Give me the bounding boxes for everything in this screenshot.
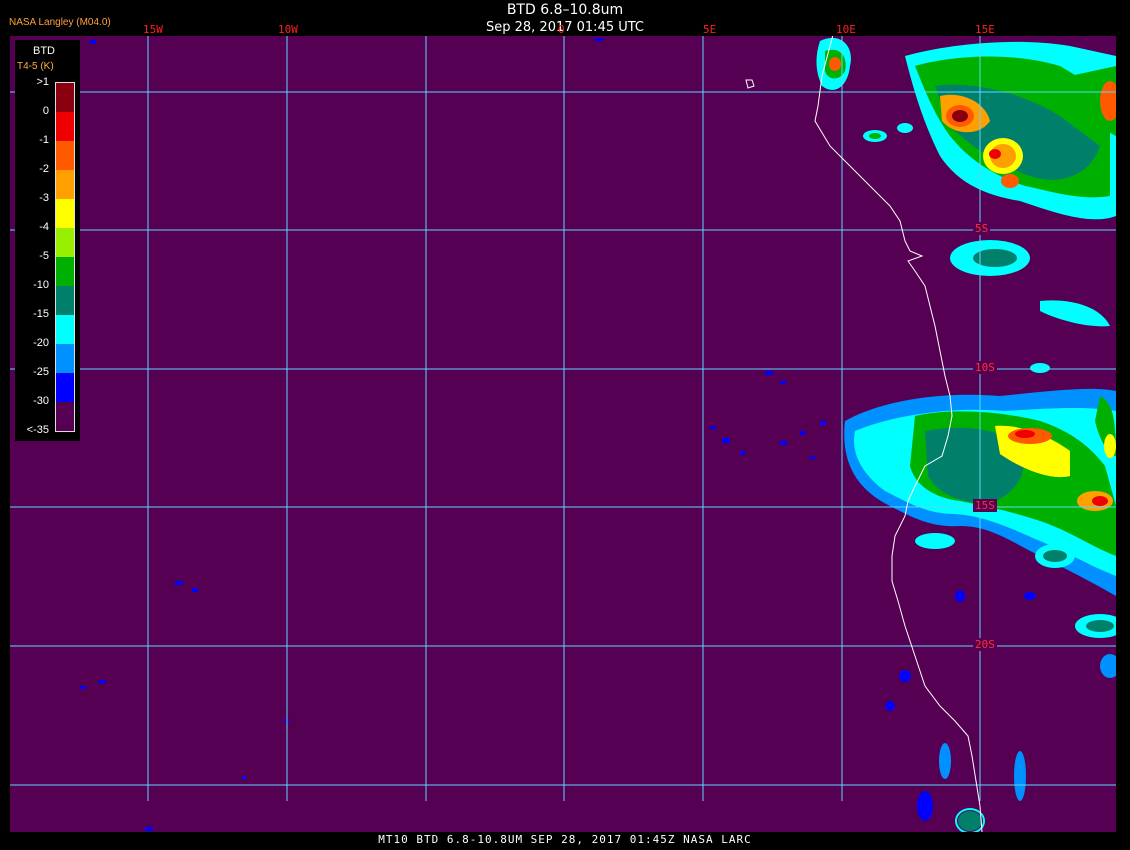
legend-color-swatch <box>56 83 74 112</box>
lon-label-15w: 15W <box>143 23 163 36</box>
legend-tick: 0 <box>42 105 49 117</box>
legend-color-swatch <box>56 344 74 373</box>
map-canvas <box>10 36 1116 832</box>
legend-color-swatch <box>56 170 74 199</box>
legend-color-swatch <box>56 315 74 344</box>
lon-label-5e: 5E <box>703 23 717 36</box>
legend-tick: -4 <box>39 221 49 233</box>
legend-tick: <-35 <box>26 424 49 436</box>
legend-title: BTD <box>33 45 55 57</box>
btd-satellite-map <box>10 36 1116 832</box>
footer-caption: MT10 BTD 6.8-10.8UM SEP 28, 2017 01:45Z … <box>378 833 752 846</box>
legend-tick: -20 <box>33 337 49 349</box>
image-datetime: Sep 28, 2017 01:45 UTC <box>485 20 645 35</box>
legend-tick: -15 <box>33 308 49 320</box>
legend-color-swatch <box>56 112 74 141</box>
legend-tick: -3 <box>39 192 49 204</box>
lat-label-5s: 5S <box>973 222 991 235</box>
legend-tick: >1 <box>36 76 49 88</box>
legend-color-swatch <box>56 373 74 402</box>
legend-tick: -2 <box>39 163 49 175</box>
legend-tick: -30 <box>33 395 49 407</box>
color-scale-legend: BTD T4-5 (K) >1 0 -1 -2 -3 -4 -5 -10 -15… <box>15 40 80 441</box>
legend-color-swatch <box>56 199 74 228</box>
legend-color-swatch <box>56 141 74 170</box>
legend-color-swatch <box>56 228 74 257</box>
image-title: BTD 6.8–10.8um <box>506 2 624 18</box>
satellite-image-frame: NASA Langley (M04.0) BTD 6.8–10.8um Sep … <box>0 0 1130 850</box>
legend-unit: T4-5 (K) <box>17 61 54 72</box>
lon-label-10e: 10E <box>836 23 856 36</box>
legend-color-swatch <box>56 286 74 315</box>
lat-label-10s: 10S <box>973 361 997 374</box>
legend-tick: -10 <box>33 279 49 291</box>
cloud-field-north <box>816 37 1116 373</box>
lon-label-0: 0 <box>558 23 565 36</box>
lon-label-15e: 15E <box>975 23 995 36</box>
legend-tick: -5 <box>39 250 49 262</box>
lon-label-10w: 10W <box>278 23 298 36</box>
legend-color-swatch <box>56 402 74 431</box>
legend-tick: -25 <box>33 366 49 378</box>
legend-color-bar <box>55 82 75 432</box>
lat-label-20s: 20S <box>973 638 997 651</box>
scattered-specks <box>80 38 826 831</box>
lat-label-15s: 15S <box>973 499 997 512</box>
legend-tick: -1 <box>39 134 49 146</box>
legend-color-swatch <box>56 257 74 286</box>
